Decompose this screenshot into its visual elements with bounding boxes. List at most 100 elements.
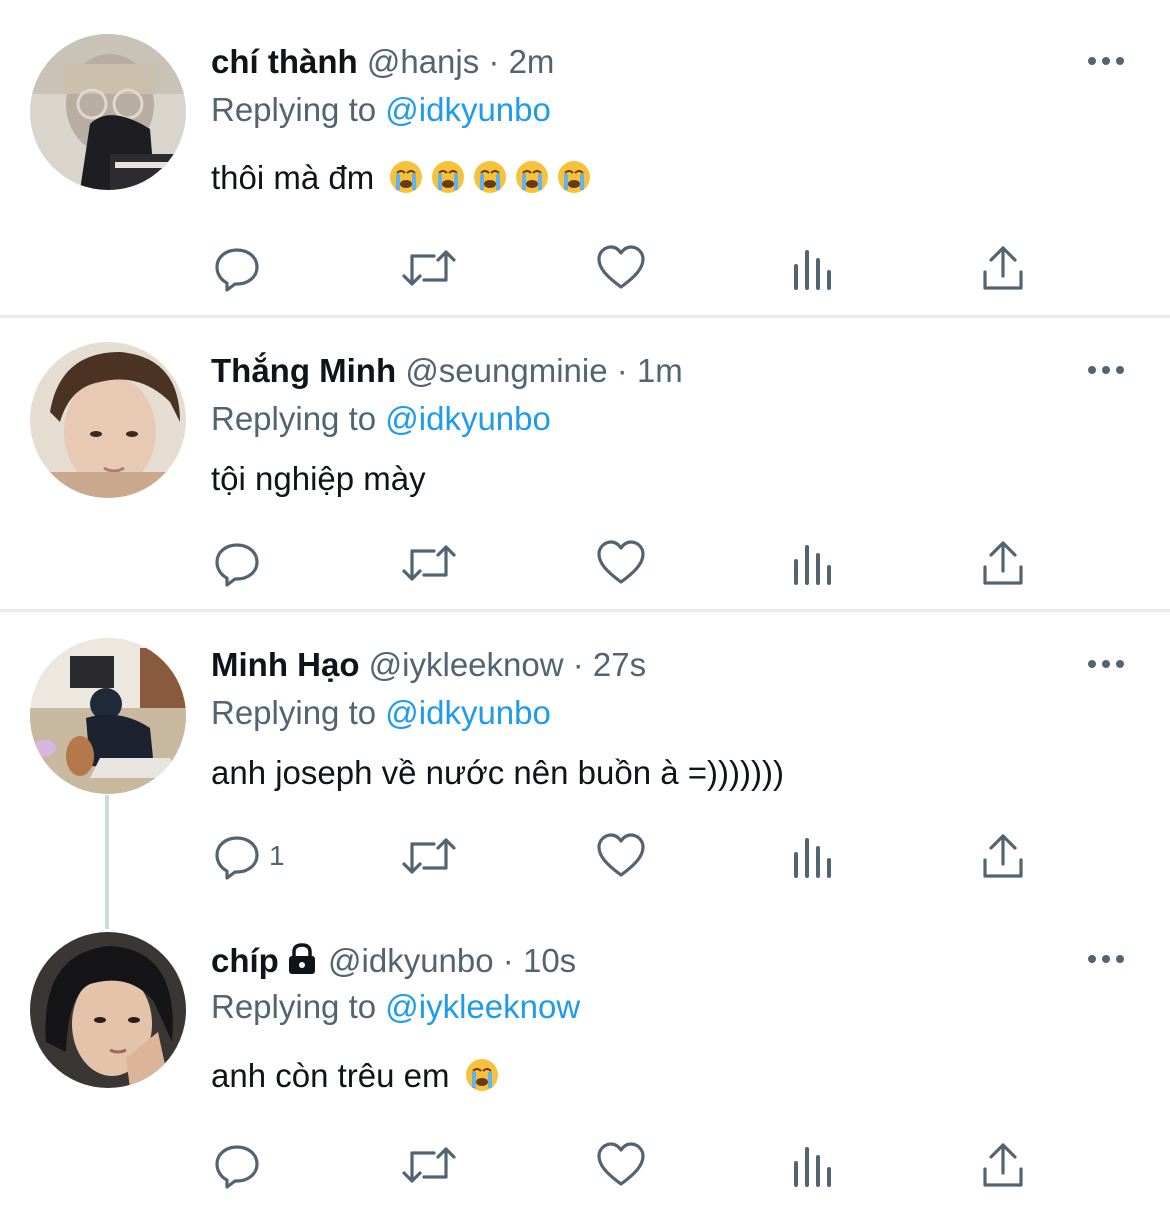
user-handle[interactable]: @iykleeknow <box>369 646 564 683</box>
tweet-text-content: anh joseph về nước nên buồn à =))))))) <box>211 754 784 791</box>
lock-icon <box>288 943 315 974</box>
mention-link[interactable]: @idkyunbo <box>385 694 551 731</box>
tweet-header: Thắng Minh @seungminie · 1m <box>211 351 683 391</box>
tweet-text: anh còn trêu em <box>211 1055 507 1097</box>
tweet[interactable]: chí thành @hanjs · 2m Replying to @idkyu… <box>0 0 1170 317</box>
tweet-text-content: tội nghiệp mày <box>211 460 426 497</box>
tweet[interactable]: Minh Hạo @iykleeknow · 27s Replying to @… <box>0 612 1170 907</box>
share-button[interactable] <box>981 533 1025 593</box>
like-icon <box>597 245 645 289</box>
tweet-actions <box>0 238 1170 298</box>
user-handle[interactable]: @seungminie <box>405 352 607 389</box>
share-button[interactable] <box>981 238 1025 298</box>
crying-emoji <box>558 161 591 193</box>
crying-emoji <box>474 161 507 193</box>
separator: · <box>572 646 584 683</box>
avatar[interactable] <box>30 342 186 498</box>
crying-emoji <box>390 161 423 193</box>
tweet-text: thôi mà đm <box>211 157 599 199</box>
analytics-button[interactable] <box>792 826 834 886</box>
retweet-button[interactable] <box>400 533 458 593</box>
retweet-button[interactable] <box>400 238 458 298</box>
avatar[interactable] <box>30 34 186 190</box>
like-button[interactable] <box>596 533 646 593</box>
crying-emoji <box>432 161 465 193</box>
share-button[interactable] <box>981 1135 1025 1195</box>
retweet-icon <box>402 250 456 286</box>
replying-to: Replying to @idkyunbo <box>211 693 551 733</box>
display-name[interactable]: chí thành <box>211 43 358 80</box>
share-icon <box>983 1143 1023 1187</box>
tweet[interactable]: Thắng Minh @seungminie · 1m Replying to … <box>0 318 1170 610</box>
reply-count: 1 <box>269 840 285 871</box>
crying-emoji <box>465 1059 498 1091</box>
mention-link[interactable]: @idkyunbo <box>385 400 551 437</box>
tweet-actions <box>0 1135 1170 1195</box>
reply-button[interactable] <box>213 238 269 298</box>
like-button[interactable] <box>596 1135 646 1195</box>
retweet-icon <box>402 838 456 874</box>
avatar[interactable] <box>30 638 186 794</box>
share-icon <box>983 834 1023 878</box>
analytics-button[interactable] <box>792 1135 834 1195</box>
tweet-actions <box>0 533 1170 593</box>
replying-label: Replying to <box>211 400 386 437</box>
reply-icon <box>215 248 259 292</box>
reply-icon <box>215 1145 259 1189</box>
replying-to: Replying to @idkyunbo <box>211 399 551 439</box>
share-icon <box>983 246 1023 290</box>
reply-button[interactable] <box>213 1135 269 1195</box>
like-icon <box>597 540 645 584</box>
analytics-icon <box>794 838 831 878</box>
tweet-text-content: thôi mà đm <box>211 159 375 196</box>
display-name[interactable]: chíp <box>211 942 279 979</box>
reply-icon <box>215 543 259 587</box>
timestamp[interactable]: 1m <box>637 352 683 389</box>
replying-to: Replying to @idkyunbo <box>211 90 551 130</box>
display-name[interactable]: Thắng Minh <box>211 352 396 389</box>
retweet-button[interactable] <box>400 1135 458 1195</box>
more-icon[interactable] <box>1086 654 1126 674</box>
analytics-button[interactable] <box>792 238 834 298</box>
user-handle[interactable]: @hanjs <box>367 43 479 80</box>
tweet[interactable]: chíp @idkyunbo · 10s Replying to @iyklee… <box>0 907 1170 1211</box>
more-icon[interactable] <box>1086 360 1126 380</box>
replying-to: Replying to @iykleeknow <box>211 987 580 1027</box>
retweet-icon <box>402 1147 456 1183</box>
like-button[interactable] <box>596 826 646 886</box>
timestamp[interactable]: 27s <box>593 646 646 683</box>
separator: · <box>488 43 500 80</box>
like-button[interactable] <box>596 238 646 298</box>
more-icon[interactable] <box>1086 51 1126 71</box>
replying-label: Replying to <box>211 91 386 128</box>
reply-button[interactable]: 1 <box>213 826 285 886</box>
retweet-icon <box>402 545 456 581</box>
timestamp[interactable]: 2m <box>509 43 555 80</box>
separator: · <box>502 942 514 979</box>
tweet-header: Minh Hạo @iykleeknow · 27s <box>211 645 646 685</box>
replying-label: Replying to <box>211 988 386 1025</box>
analytics-icon <box>794 1147 831 1187</box>
analytics-button[interactable] <box>792 533 834 593</box>
separator: · <box>616 352 628 389</box>
timestamp[interactable]: 10s <box>523 942 576 979</box>
avatar[interactable] <box>30 932 186 1088</box>
crying-emoji <box>516 161 549 193</box>
tweet-text: tội nghiệp mày <box>211 458 426 500</box>
share-button[interactable] <box>981 826 1025 886</box>
mention-link[interactable]: @idkyunbo <box>385 91 551 128</box>
replying-label: Replying to <box>211 694 386 731</box>
analytics-icon <box>794 250 831 290</box>
tweet-actions: 1 <box>0 826 1170 886</box>
tweet-header: chí thành @hanjs · 2m <box>211 42 554 82</box>
reply-button[interactable] <box>213 533 269 593</box>
tweet-header: chíp @idkyunbo · 10s <box>211 941 576 981</box>
tweet-text: anh joseph về nước nên buồn à =))))))) <box>211 752 784 794</box>
user-handle[interactable]: @idkyunbo <box>328 942 494 979</box>
mention-link[interactable]: @iykleeknow <box>385 988 580 1025</box>
more-icon[interactable] <box>1086 949 1126 969</box>
share-icon <box>983 541 1023 585</box>
display-name[interactable]: Minh Hạo <box>211 646 359 683</box>
tweet-text-content: anh còn trêu em <box>211 1057 450 1094</box>
retweet-button[interactable] <box>400 826 458 886</box>
